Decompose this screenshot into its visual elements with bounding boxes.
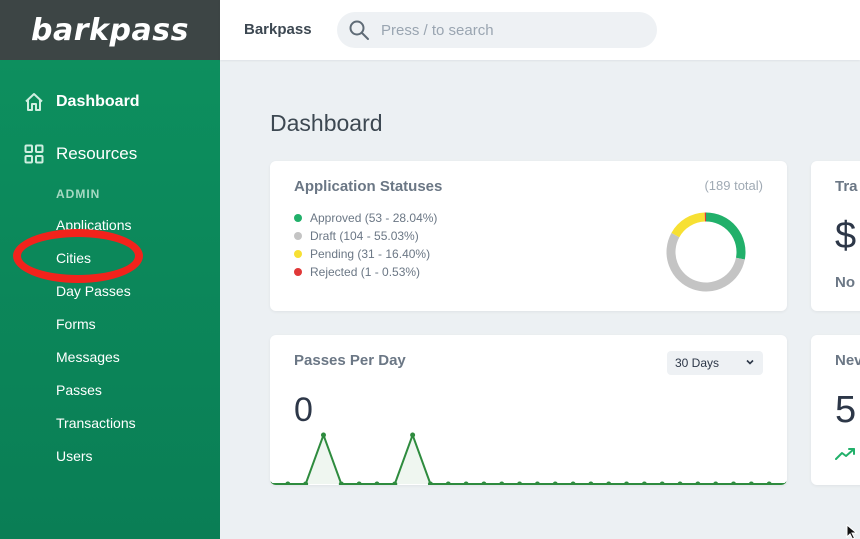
transactions-card: Tra $ No [811,161,860,311]
sidebar-item-day-passes[interactable]: Day Passes [56,283,131,299]
app-logo[interactable]: barkpass [31,13,189,48]
total-count: (189 total) [704,178,763,193]
legend-item-pending[interactable]: Pending (31 - 16.40%) [294,245,437,263]
sidebar: Dashboard Resources ADMIN Applications C… [0,60,220,539]
sidebar-item-passes[interactable]: Passes [56,382,102,398]
donut-slice-pending[interactable] [671,212,706,238]
sparkline-point [285,481,291,485]
sparkline-point [677,481,683,485]
donut-slice-approved[interactable] [705,212,746,260]
range-select[interactable]: 30 Days [667,351,763,375]
legend-dot [294,214,302,222]
passes-sparkline-chart [270,432,787,485]
sparkline-point [445,481,451,485]
donut-slice-draft[interactable] [666,232,745,292]
sidebar-section-heading: ADMIN [56,187,101,201]
page-title: Dashboard [270,110,383,136]
legend-item-approved[interactable]: Approved (53 - 28.04%) [294,209,437,227]
sparkline-point [784,481,787,485]
legend-label: Draft (104 - 55.03%) [310,229,419,243]
sidebar-item-transactions[interactable]: Transactions [56,415,136,431]
sparkline-area [270,435,787,484]
legend-item-draft[interactable]: Draft (104 - 55.03%) [294,227,437,245]
sparkline-point [410,432,416,438]
sparkline-point [374,481,380,485]
sparkline-point [463,481,469,485]
chevron-down-icon [745,356,755,370]
sparkline-point [320,432,326,438]
legend-label: Rejected (1 - 0.53%) [310,265,421,279]
sparkline-point [659,481,665,485]
sidebar-item-dashboard[interactable]: Dashboard [24,92,140,112]
sparkline-point [570,481,576,485]
sparkline-point [534,481,540,485]
sparkline-line [270,432,787,485]
top-bar: Barkpass [220,0,860,60]
brand-name[interactable]: Barkpass [244,21,312,38]
sparkline-point [748,481,754,485]
sparkline-point [766,481,772,485]
sidebar-item-messages[interactable]: Messages [56,349,120,365]
sparkline-point [641,481,647,485]
home-icon [24,92,44,112]
status-legend: Approved (53 - 28.04%) Draft (104 - 55.0… [294,209,437,281]
sidebar-item-cities[interactable]: Cities [56,250,91,266]
card-title: Passes Per Day [294,352,406,369]
sparkline-point [695,481,701,485]
card-title: Tra [835,178,858,195]
application-statuses-card: Application Statuses (189 total) Approve… [270,161,787,311]
sparkline-point [481,481,487,485]
passes-per-day-card: Passes Per Day 30 Days 0 [270,335,787,485]
sparkline-point [356,481,362,485]
card-value: 5 [835,389,857,431]
legend-dot [294,268,302,276]
sidebar-item-label: Dashboard [56,93,140,110]
new-items-card: Nev 5 [811,335,860,485]
sparkline-point [270,481,273,485]
logo-bar: barkpass [0,0,220,60]
sidebar-item-resources[interactable]: Resources [24,144,137,164]
sparkline-point [624,481,630,485]
grid-icon [24,144,44,164]
sidebar-item-users[interactable]: Users [56,448,93,464]
search-box[interactable] [337,12,657,48]
legend-dot [294,232,302,240]
card-title: Application Statuses [294,178,443,195]
card-title: Nev [835,352,860,369]
sparkline-point [713,481,719,485]
sparkline-point [606,481,612,485]
trending-up-icon [835,446,857,467]
card-value: $ [835,215,857,257]
sparkline-point [499,481,505,485]
sparkline-point [517,481,523,485]
legend-item-rejected[interactable]: Rejected (1 - 0.53%) [294,263,437,281]
sparkline-point [588,481,594,485]
legend-label: Approved (53 - 28.04%) [310,211,438,225]
search-icon [348,19,370,41]
search-input[interactable] [381,21,631,39]
status-donut-chart[interactable] [665,211,747,293]
legend-dot [294,250,302,258]
range-select-value: 30 Days [675,356,720,370]
sidebar-item-label: Resources [56,144,138,163]
mouse-cursor-icon [846,523,860,539]
sparkline-point [731,481,737,485]
legend-label: Pending (31 - 16.40%) [310,247,431,261]
sidebar-item-forms[interactable]: Forms [56,316,96,332]
sidebar-item-applications[interactable]: Applications [56,217,132,233]
card-subtext: No [835,274,855,291]
sparkline-point [552,481,558,485]
